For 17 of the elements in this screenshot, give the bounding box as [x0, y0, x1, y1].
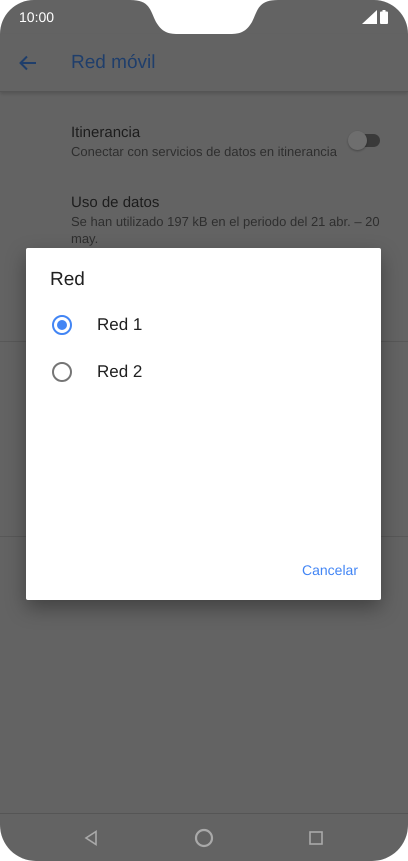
radio-button[interactable]: [51, 314, 73, 336]
network-option[interactable]: Red 1: [26, 301, 381, 348]
battery-icon: [380, 10, 388, 24]
setting-title: Uso de datos: [71, 192, 160, 212]
cancel-button[interactable]: Cancelar: [294, 554, 365, 586]
dialog-title: Red: [50, 268, 86, 292]
signal-icon: [362, 10, 377, 24]
radio-button[interactable]: [51, 360, 73, 382]
back-arrow-icon[interactable]: [19, 54, 37, 70]
home-icon[interactable]: [194, 828, 214, 848]
screen-title: Red móvil: [71, 52, 156, 74]
setting-title: Itinerancia: [71, 123, 142, 143]
network-option[interactable]: Red 2: [26, 348, 381, 395]
recents-icon[interactable]: [309, 830, 323, 844]
status-time: 10:00: [19, 9, 54, 25]
roaming-switch[interactable]: [348, 131, 382, 151]
back-icon[interactable]: [84, 830, 98, 846]
